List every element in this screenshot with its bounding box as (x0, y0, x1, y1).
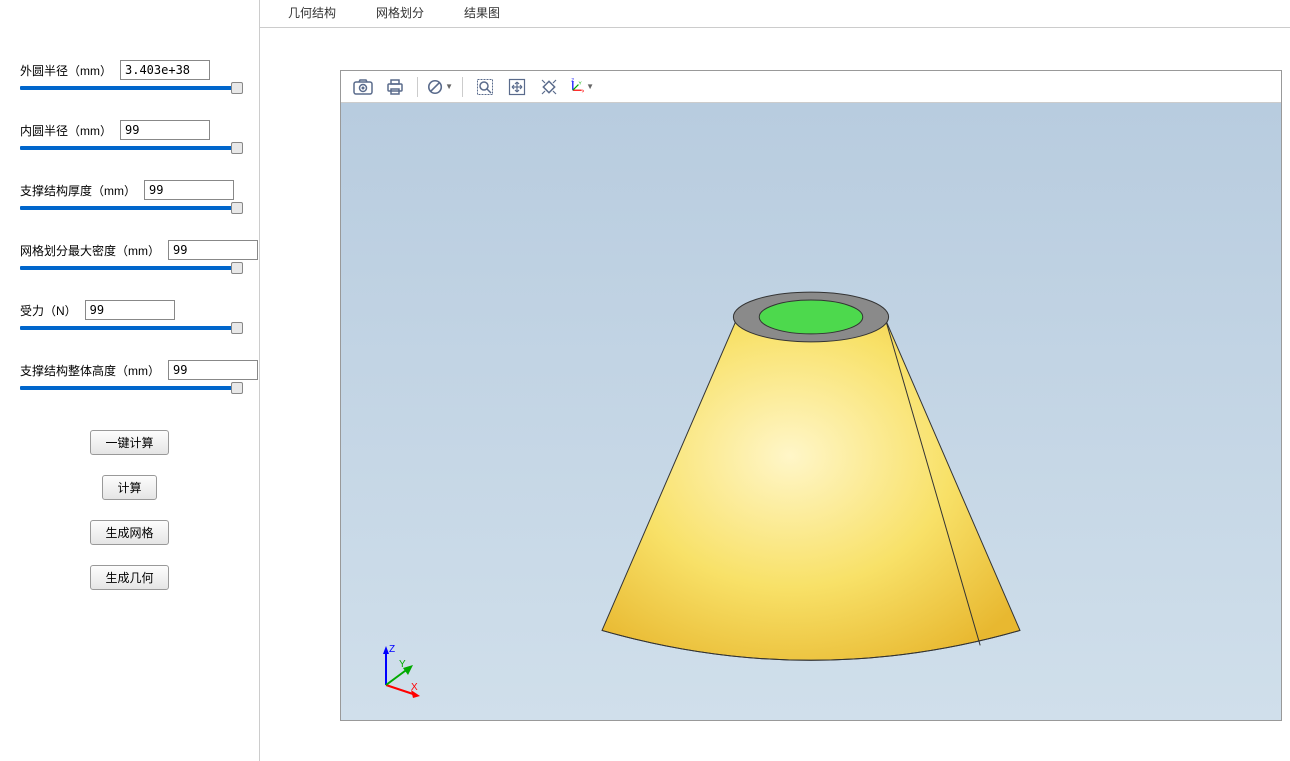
viewport-panel: ▼ ZXY ▼ (340, 70, 1282, 721)
param-inner-radius: 内圆半径（mm） (20, 120, 239, 150)
force-input[interactable] (85, 300, 175, 320)
slider-thumb[interactable] (231, 202, 243, 214)
svg-text:X: X (582, 88, 584, 94)
dropdown-arrow-icon: ▼ (445, 82, 453, 91)
triad-y-label: Y (399, 659, 406, 670)
main-area: 几何结构 网格划分 结果图 ▼ (260, 0, 1290, 761)
one-click-calc-button[interactable]: 一键计算 (90, 430, 168, 455)
param-support-height: 支撑结构整体高度（mm） (20, 360, 239, 390)
inner-radius-input[interactable] (120, 120, 210, 140)
svg-text:Y: Y (578, 80, 582, 86)
zoom-window-icon[interactable] (471, 74, 499, 100)
toolbar-separator (462, 77, 463, 97)
tab-result[interactable]: 结果图 (456, 0, 508, 27)
mesh-density-input[interactable] (168, 240, 258, 260)
camera-icon[interactable] (349, 74, 377, 100)
sidebar: 外圆半径（mm） 内圆半径（mm） 支撑结构厚度（mm） 网格划分最大密度（mm… (0, 0, 260, 761)
mesh-density-slider[interactable] (20, 266, 239, 270)
param-force: 受力（N） (20, 300, 239, 330)
outer-radius-input[interactable] (120, 60, 210, 80)
param-label: 内圆半径（mm） (20, 122, 112, 139)
outer-radius-slider[interactable] (20, 86, 239, 90)
support-height-input[interactable] (168, 360, 258, 380)
action-buttons: 一键计算 计算 生成网格 生成几何 (20, 430, 239, 590)
tab-mesh[interactable]: 网格划分 (368, 0, 432, 27)
axes-icon[interactable]: Z XY ▼ (567, 74, 595, 100)
param-label: 网格划分最大密度（mm） (20, 242, 160, 259)
cone-model (341, 103, 1281, 720)
viewport-toolbar: ▼ Z XY ▼ (341, 71, 1281, 103)
3d-viewport[interactable]: Z X Y (341, 103, 1281, 720)
fit-icon[interactable] (503, 74, 531, 100)
param-mesh-density: 网格划分最大密度（mm） (20, 240, 239, 270)
param-label: 支撑结构整体高度（mm） (20, 362, 160, 379)
toolbar-separator (417, 77, 418, 97)
tab-geometry[interactable]: 几何结构 (280, 0, 344, 27)
triad-z-label: Z (389, 644, 395, 655)
support-height-slider[interactable] (20, 386, 239, 390)
force-slider[interactable] (20, 326, 239, 330)
gen-geom-button[interactable]: 生成几何 (90, 565, 168, 590)
zoom-extents-icon[interactable] (535, 74, 563, 100)
slider-thumb[interactable] (231, 262, 243, 274)
inner-radius-slider[interactable] (20, 146, 239, 150)
forbid-icon[interactable]: ▼ (426, 74, 454, 100)
param-label: 受力（N） (20, 302, 77, 319)
support-thickness-slider[interactable] (20, 206, 239, 210)
slider-thumb[interactable] (231, 322, 243, 334)
triad-x-label: X (411, 682, 418, 693)
gen-mesh-button[interactable]: 生成网格 (90, 520, 168, 545)
svg-text:Z: Z (571, 77, 574, 83)
slider-thumb[interactable] (231, 382, 243, 394)
slider-thumb[interactable] (231, 82, 243, 94)
dropdown-arrow-icon: ▼ (586, 82, 594, 91)
print-icon[interactable] (381, 74, 409, 100)
tab-bar: 几何结构 网格划分 结果图 (260, 0, 1290, 28)
slider-thumb[interactable] (231, 142, 243, 154)
param-label: 外圆半径（mm） (20, 62, 112, 79)
param-label: 支撑结构厚度（mm） (20, 182, 136, 199)
support-thickness-input[interactable] (144, 180, 234, 200)
param-outer-radius: 外圆半径（mm） (20, 60, 239, 90)
calc-button[interactable]: 计算 (102, 475, 156, 500)
param-support-thickness: 支撑结构厚度（mm） (20, 180, 239, 210)
coordinate-triad: Z X Y (371, 640, 431, 700)
